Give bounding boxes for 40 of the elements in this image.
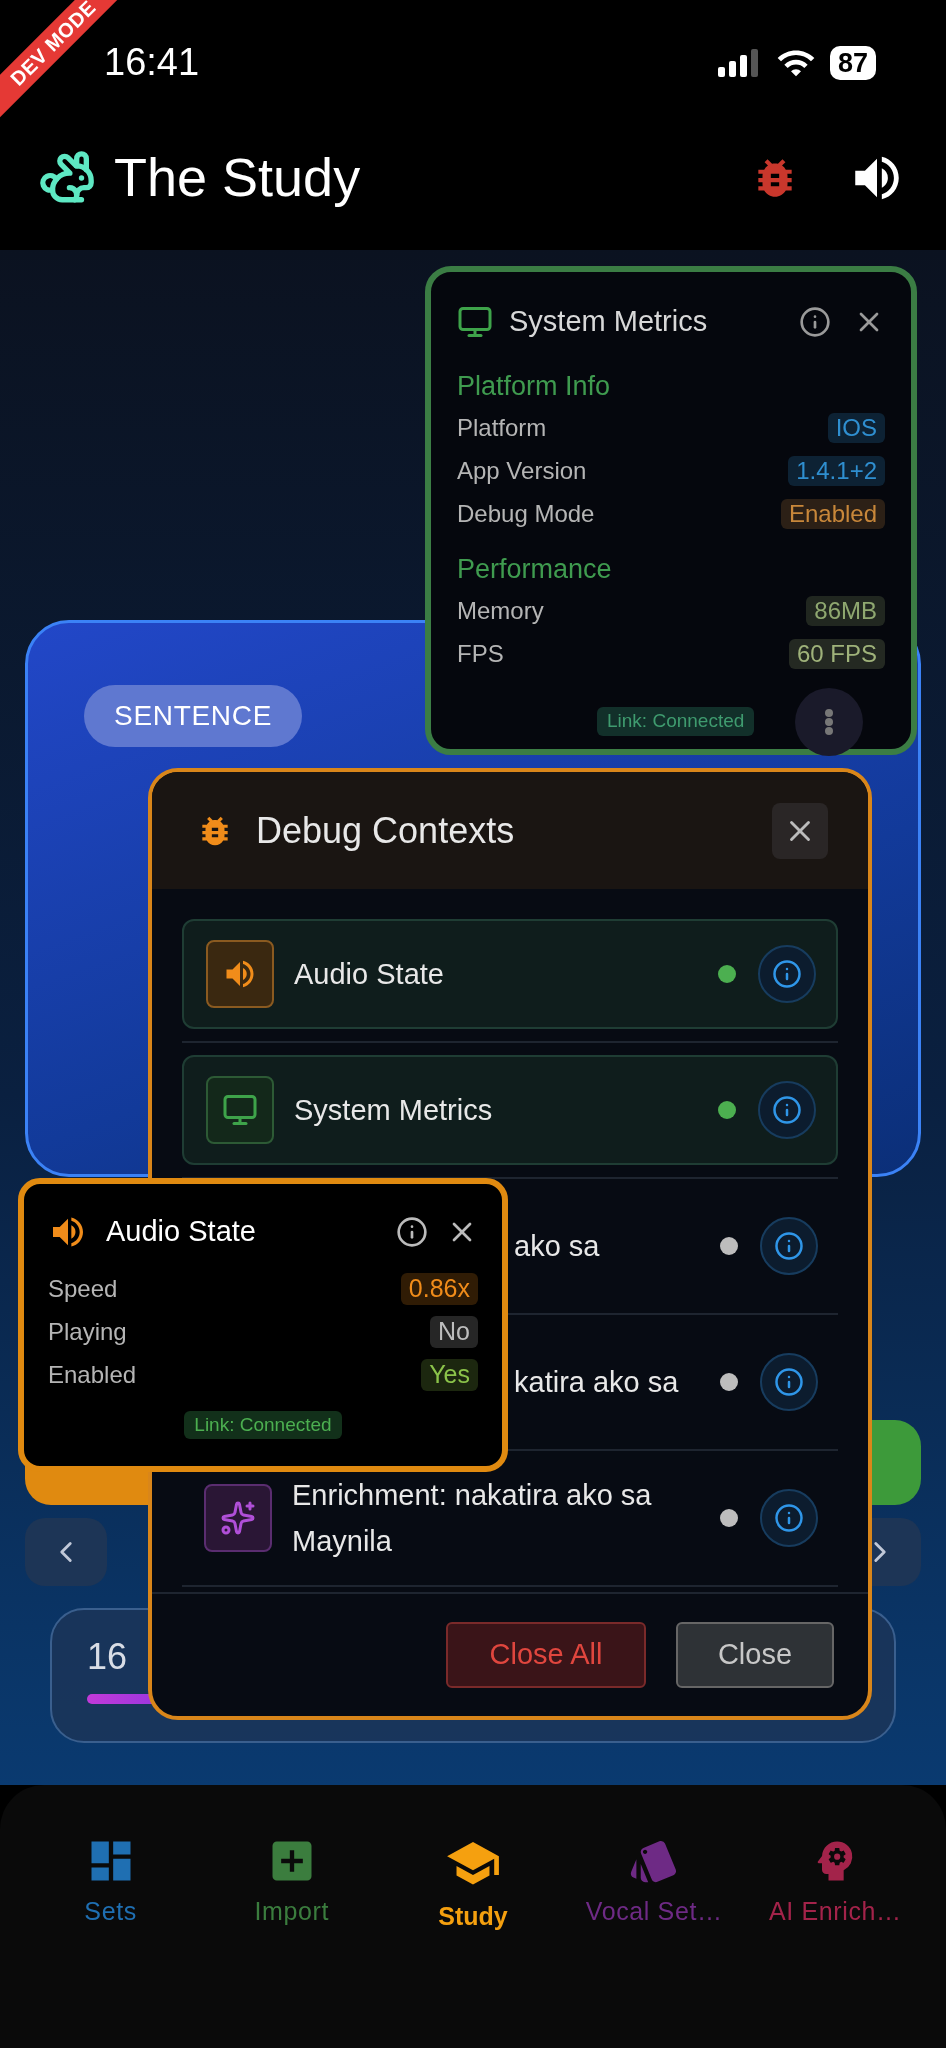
link-status: Link: Connected	[597, 707, 755, 736]
panel-title: Audio State	[106, 1214, 256, 1249]
context-title: ako sa	[514, 1229, 601, 1264]
close-dialog-button[interactable]: Close	[676, 1622, 834, 1688]
nav-tab[interactable]: Sets	[20, 1835, 202, 1935]
value-text: 0.86x	[408, 1274, 470, 1303]
context-item[interactable]: System Metrics	[182, 1055, 838, 1165]
value-text: No	[438, 1317, 470, 1346]
close-all-button[interactable]: Close All	[446, 1622, 646, 1688]
app-title: The Study	[114, 146, 361, 209]
metric-label: FPS	[457, 639, 504, 669]
context-title: Audio State	[294, 957, 445, 992]
context-title: System Metrics	[294, 1093, 494, 1128]
nav-tab[interactable]: Import	[201, 1835, 383, 1935]
value-text: 1.4.1+2	[796, 456, 877, 484]
dialog-title: Debug Contexts	[256, 808, 515, 853]
battery-level: 87	[829, 45, 876, 80]
section-heading: Performance	[457, 553, 613, 586]
section-heading: Platform Info	[457, 369, 612, 403]
state-label: Speed	[48, 1274, 118, 1304]
metric-label: Platform	[457, 412, 547, 443]
metric-label: Memory	[457, 596, 544, 626]
progress-count: 16	[87, 1635, 128, 1679]
value-text: 60 FPS	[796, 640, 877, 667]
context-title: Enrichment: nakatira ako sa Maynila	[292, 1478, 653, 1559]
status-time: 16:41	[104, 40, 200, 85]
context-item[interactable]: Audio State	[182, 919, 838, 1029]
metric-label: App Version	[457, 455, 587, 486]
metric-label: Debug Mode	[457, 498, 595, 529]
value-text: Yes	[429, 1360, 470, 1389]
value-text: IOS	[835, 413, 877, 441]
link-status: Link: Connected	[184, 1410, 342, 1439]
nav-tab[interactable]: Study	[382, 1835, 564, 1935]
state-label: Enabled	[48, 1360, 137, 1390]
value-text: Enabled	[788, 499, 877, 527]
value-text: 86MB	[814, 597, 877, 624]
state-label: Playing	[48, 1317, 127, 1347]
sentence-tag: SENTENCE	[84, 685, 303, 747]
panel-title: System Metrics	[509, 304, 708, 339]
context-title: katira ako sa	[514, 1365, 680, 1400]
